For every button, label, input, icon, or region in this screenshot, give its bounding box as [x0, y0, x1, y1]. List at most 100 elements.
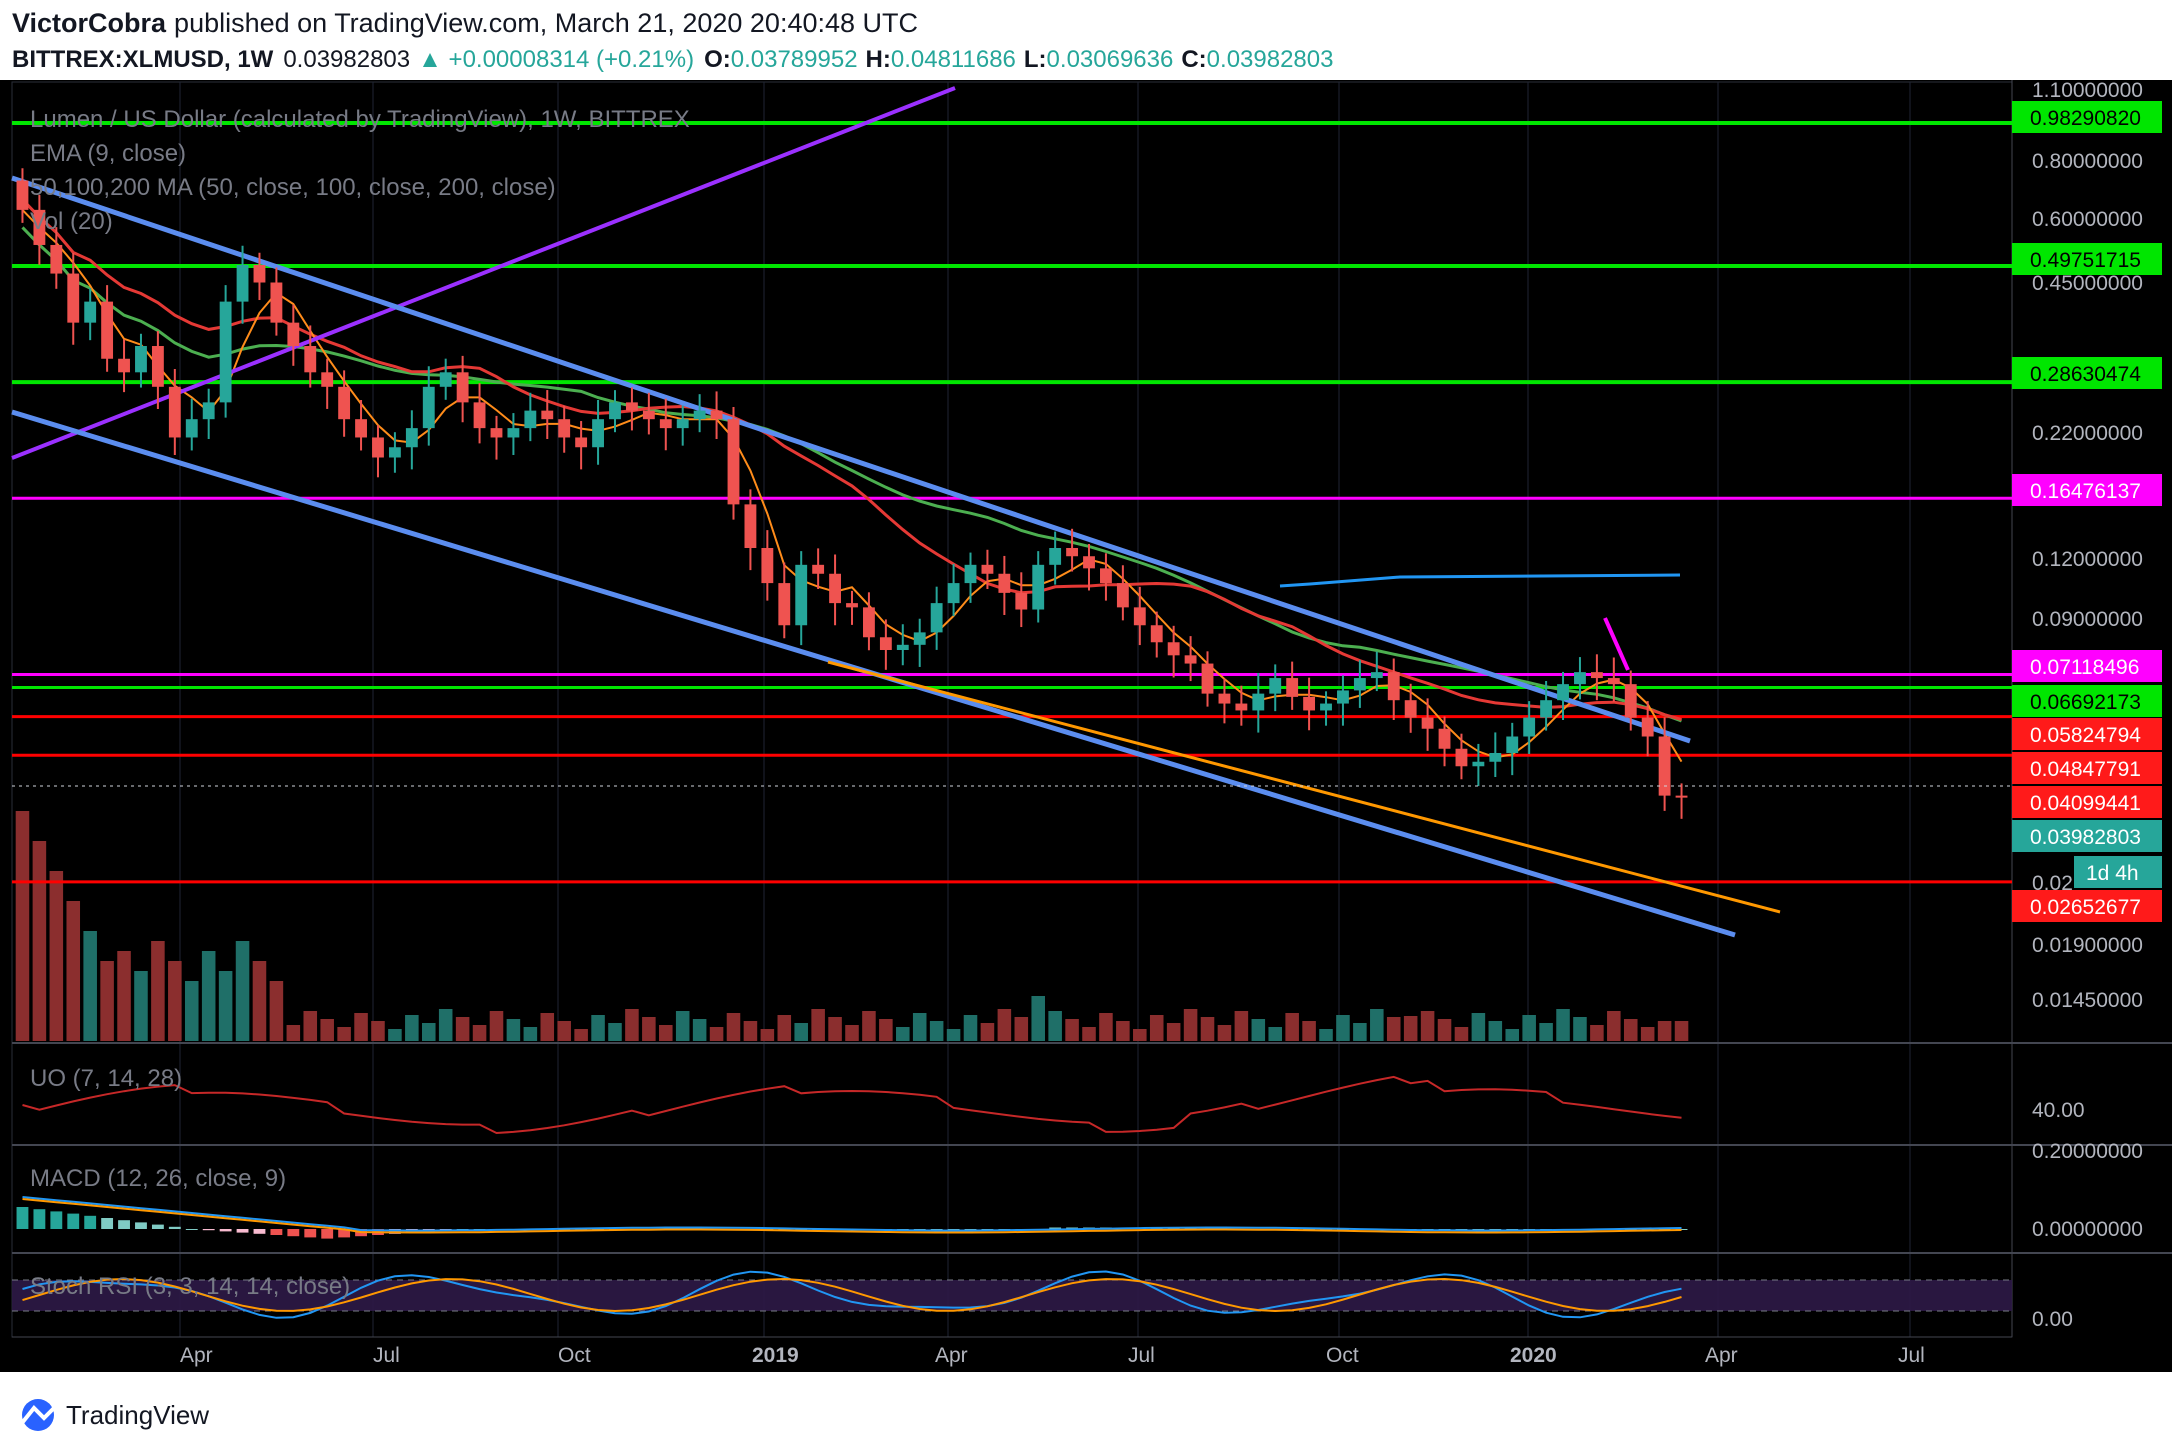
volume-bar: [489, 1011, 504, 1041]
volume-bar: [49, 871, 64, 1041]
volume-bar: [1607, 1011, 1621, 1041]
macd-bar: [151, 1224, 164, 1229]
uo-tick: 40.00: [2032, 1099, 2085, 1122]
volume-bar: [1623, 1019, 1638, 1041]
volume-bar: [794, 1023, 808, 1041]
legend-macd[interactable]: MACD (12, 26, close, 9): [30, 1165, 286, 1192]
tick-label: 0.45000000: [2032, 272, 2143, 295]
volume-bar: [1099, 1013, 1113, 1041]
volume-bar: [1065, 1019, 1079, 1041]
countdown-tag: 1d 4h: [2086, 862, 2139, 885]
volume-bar: [371, 1021, 385, 1041]
volume-bar: [1471, 1013, 1486, 1041]
author-name[interactable]: VictorCobra: [12, 8, 167, 38]
volume-bar: [1217, 1025, 1232, 1041]
price-tag: 0.06692173: [2030, 691, 2141, 714]
volume-bar: [845, 1025, 859, 1041]
macd-bar: [270, 1229, 283, 1235]
macd-bar: [84, 1215, 97, 1229]
volume-bar: [1183, 1009, 1198, 1041]
volume-bar: [692, 1019, 707, 1041]
legend-main[interactable]: Lumen / US Dollar (calculated by Trading…: [30, 106, 690, 133]
high-value: 0.04811686: [891, 46, 1016, 73]
volume-bar: [1488, 1021, 1503, 1041]
volume-bar: [1116, 1021, 1130, 1041]
time-label: Apr: [180, 1344, 213, 1367]
volume-bar: [1403, 1016, 1418, 1041]
price-tag: 0.98290820: [2030, 107, 2141, 130]
volume-bar: [1014, 1017, 1029, 1041]
macd-bar: [16, 1207, 29, 1229]
volume-bar: [354, 1013, 368, 1041]
volume-bar: [912, 1013, 927, 1041]
volume-bar: [455, 1017, 470, 1041]
volume-bar: [828, 1017, 842, 1041]
macd-bar: [253, 1229, 266, 1234]
volume-bar: [1031, 996, 1045, 1041]
price-tag: 0.04099441: [2030, 792, 2141, 815]
macd-bar: [67, 1213, 80, 1229]
volume-bar: [879, 1019, 893, 1041]
price-tag: 0.07118496: [2030, 656, 2139, 679]
legend-ema[interactable]: EMA (9, close): [30, 140, 186, 167]
volume-bar: [811, 1009, 825, 1041]
macd-bar: [287, 1229, 300, 1237]
macd-bar: [236, 1229, 249, 1233]
high-label: H:: [866, 46, 891, 73]
volume-bar: [506, 1019, 521, 1041]
time-label: 2020: [1510, 1344, 1557, 1367]
change-value: ▲ +0.00008314 (+0.21%): [418, 46, 694, 73]
open-label: O:: [704, 46, 731, 73]
price-tag: 0.04847791: [2030, 758, 2141, 781]
time-label: Jul: [1898, 1344, 1925, 1367]
volume-bar: [980, 1023, 995, 1041]
volume-bar: [1370, 1009, 1384, 1041]
volume-bar: [929, 1021, 944, 1041]
volume-bar: [1640, 1027, 1655, 1041]
volume-bar: [472, 1025, 487, 1041]
volume-bar: [1674, 1021, 1689, 1041]
volume-bar: [1454, 1027, 1469, 1041]
volume-bar: [608, 1023, 622, 1041]
volume-bar: [862, 1011, 876, 1041]
macd-bar: [202, 1229, 215, 1231]
macd-bar: [33, 1209, 46, 1229]
volume-bar: [659, 1025, 673, 1041]
volume-bar: [1657, 1021, 1672, 1041]
open-value: 0.03789952: [731, 46, 858, 73]
price-tag: 0.16476137: [2030, 480, 2141, 503]
volume-bar: [303, 1011, 318, 1041]
legend-vol[interactable]: Vol (20): [30, 208, 113, 235]
footer-brand[interactable]: TradingView: [66, 1400, 209, 1430]
volume-bar: [675, 1011, 690, 1041]
price-tag: 0.49751715: [2030, 249, 2141, 272]
price-tag: 0.02652677: [2030, 896, 2141, 919]
macd-bar: [168, 1226, 181, 1229]
volume-bar: [625, 1009, 639, 1041]
volume-bar: [100, 961, 114, 1041]
volume-bar: [963, 1015, 978, 1041]
volume-bar: [946, 1029, 961, 1041]
tick-label: 0.01450000: [2032, 989, 2143, 1012]
tick-label: 0.12000000: [2032, 548, 2143, 571]
volume-bar: [201, 951, 216, 1041]
volume-bar: [726, 1013, 741, 1041]
volume-bar: [117, 951, 131, 1041]
legend-uo[interactable]: UO (7, 14, 28): [30, 1065, 182, 1092]
volume-bar: [1573, 1017, 1587, 1041]
volume-bar: [1420, 1011, 1435, 1041]
volume-bar: [1149, 1015, 1164, 1041]
volume-bar: [760, 1029, 775, 1041]
tick-label: 0.22000000: [2032, 422, 2143, 445]
legend-ma[interactable]: 50,100,200 MA (50, close, 100, close, 20…: [30, 174, 556, 201]
last-price: 0.03982803: [283, 46, 410, 73]
volume-bar: [1539, 1023, 1553, 1041]
volume-bar: [438, 1009, 453, 1041]
legend-stoch[interactable]: Stoch RSI (3, 3, 14, 14, close): [30, 1273, 350, 1300]
volume-bar: [1048, 1011, 1062, 1041]
volume-bar: [997, 1009, 1012, 1041]
macd-bar: [185, 1229, 198, 1230]
volume-bar: [1319, 1029, 1333, 1041]
macd-tick: 0.20000000: [2032, 1140, 2143, 1163]
published-text: published on TradingView.com, March 21, …: [174, 8, 918, 38]
